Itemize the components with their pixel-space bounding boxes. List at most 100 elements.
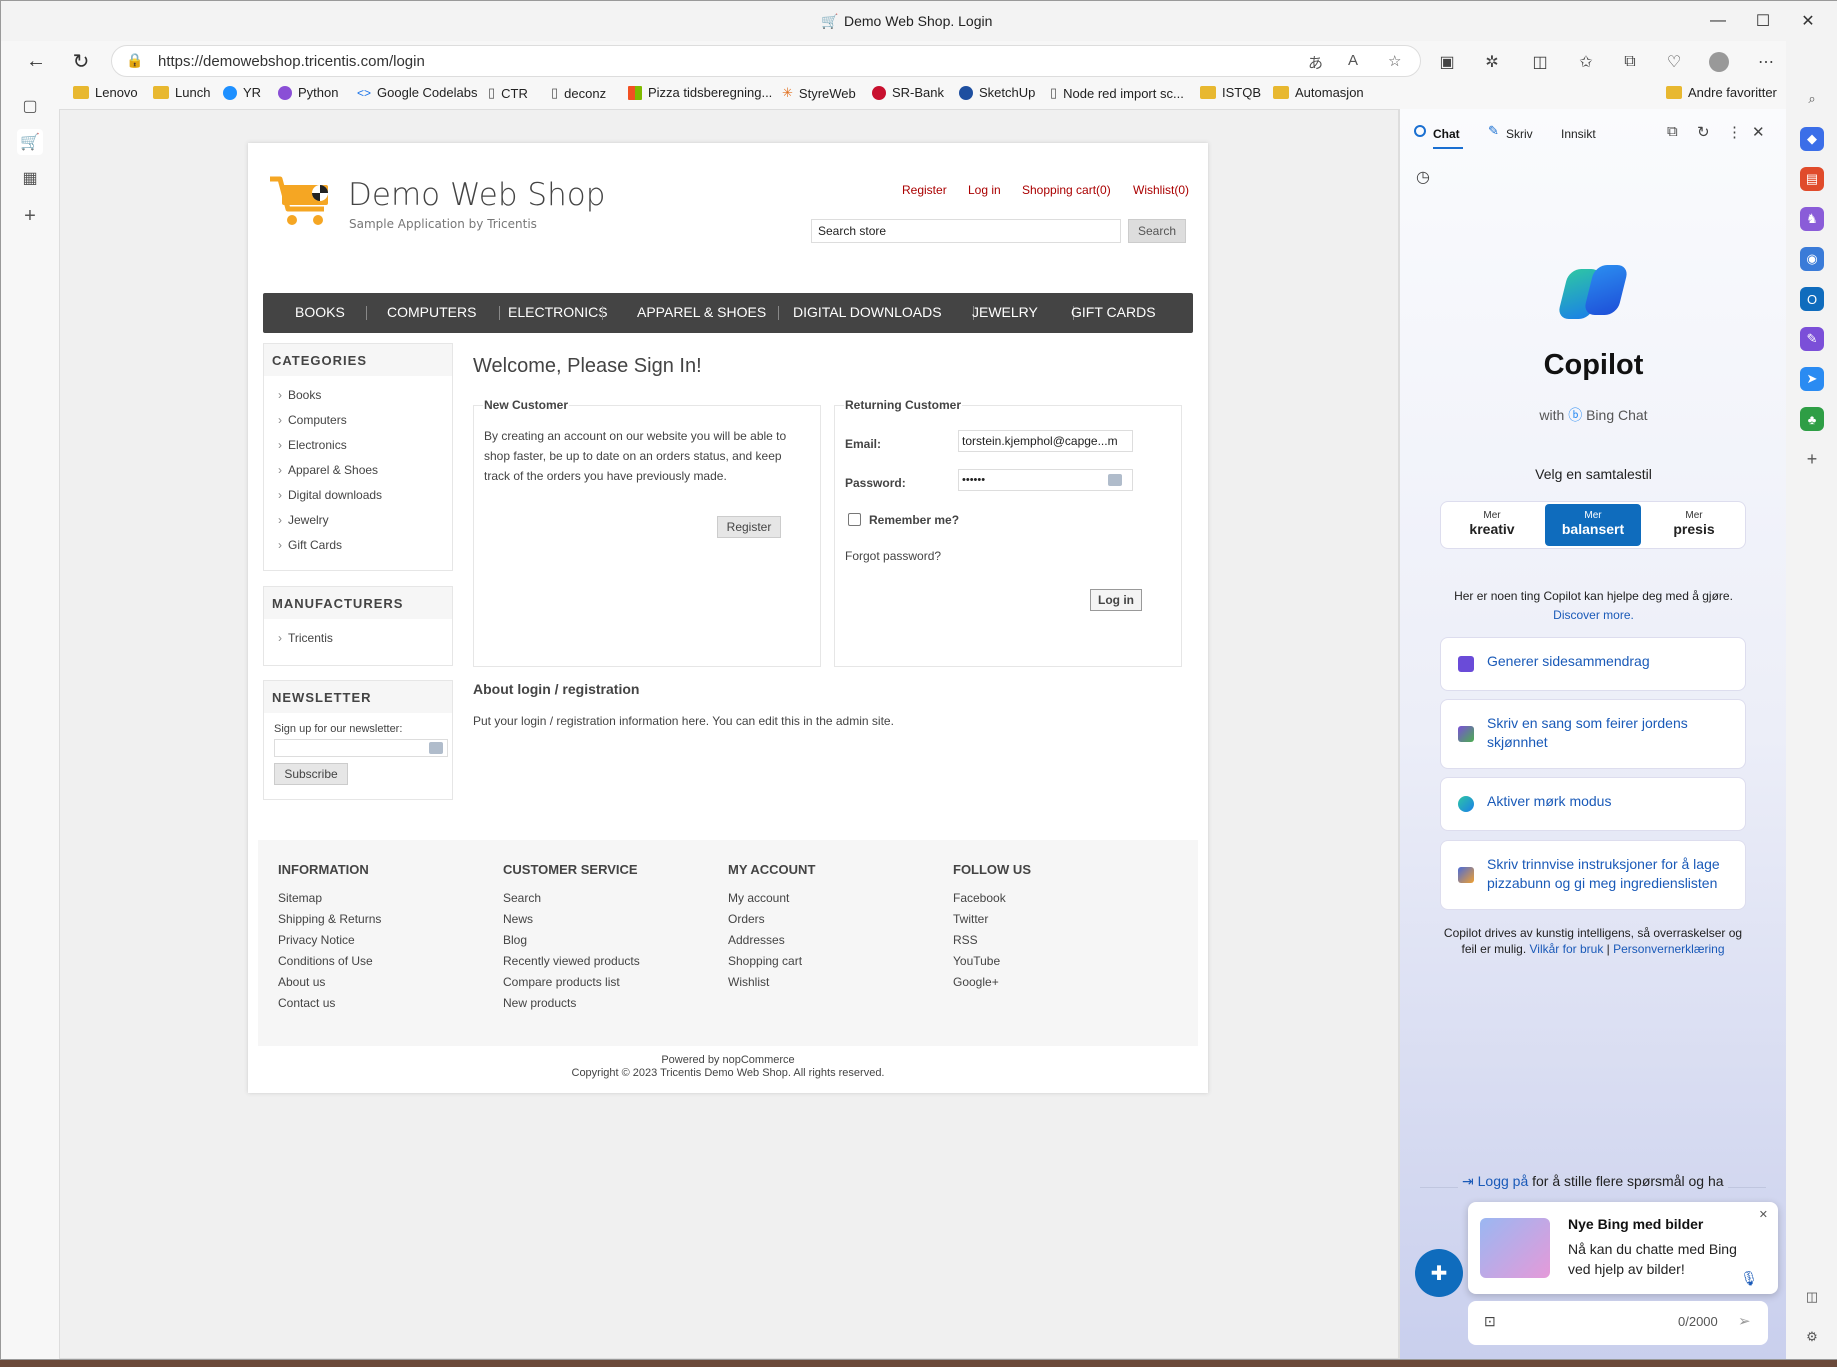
menu-electronics[interactable]: ELECTRONICS: [508, 304, 608, 320]
register-link[interactable]: Register: [902, 183, 947, 197]
footer-link[interactable]: Recently viewed products: [503, 954, 640, 975]
category-books[interactable]: Books: [278, 388, 321, 402]
email-field[interactable]: torstein.kjemphol@capge...m: [958, 430, 1133, 452]
footer-link[interactable]: Privacy Notice: [278, 933, 381, 954]
designer-icon[interactable]: ✎: [1800, 327, 1824, 351]
bookmark-deconz[interactable]: ▯ deconz: [551, 85, 606, 101]
category-gift-cards[interactable]: Gift Cards: [278, 538, 342, 552]
translate-icon[interactable]: あ: [1308, 52, 1323, 73]
tab-chat[interactable]: Chat: [1433, 127, 1460, 141]
tab-demo-web-shop[interactable]: 🛒: [17, 129, 43, 155]
footer-link[interactable]: Contact us: [278, 996, 381, 1017]
settings-gear-icon[interactable]: ⚙: [1800, 1325, 1824, 1349]
bookmark-sr-bank[interactable]: SR-Bank: [872, 85, 944, 100]
games-icon[interactable]: ♞: [1800, 207, 1824, 231]
category-apparel-shoes[interactable]: Apparel & Shoes: [278, 463, 378, 477]
office-icon[interactable]: ◉: [1800, 247, 1824, 271]
suggestion-dark-mode[interactable]: Aktiver mørk modus: [1440, 777, 1746, 831]
outlook-icon[interactable]: O: [1800, 287, 1824, 311]
chat-input[interactable]: ⊡ 0/2000 ➢: [1468, 1301, 1768, 1345]
footer-link[interactable]: Shipping & Returns: [278, 912, 381, 933]
favorite-star-icon[interactable]: ☆: [1388, 52, 1401, 70]
footer-link[interactable]: About us: [278, 975, 381, 996]
history-icon[interactable]: ◷: [1416, 167, 1430, 187]
menu-jewelry[interactable]: JEWELRY: [972, 304, 1038, 320]
other-favorites[interactable]: Andre favoritter: [1666, 85, 1777, 100]
bookmark-yr[interactable]: YR: [223, 85, 261, 100]
close-icon[interactable]: ✕: [1788, 7, 1828, 35]
search-button[interactable]: Search: [1128, 219, 1186, 243]
search-input[interactable]: Search store: [811, 219, 1121, 243]
bookmark-pizza[interactable]: Pizza tidsberegning...: [628, 85, 772, 100]
suggestion-summary[interactable]: Generer sidesammendrag: [1440, 637, 1746, 691]
footer-link[interactable]: Google+: [953, 975, 1031, 996]
profile-avatar[interactable]: [1704, 47, 1734, 77]
footer-link[interactable]: Compare products list: [503, 975, 640, 996]
bookmark-python[interactable]: Python: [278, 85, 338, 100]
wishlist-link[interactable]: Wishlist(0): [1133, 183, 1189, 197]
category-computers[interactable]: Computers: [278, 413, 347, 427]
bookmark-ctr[interactable]: ▯ CTR: [488, 85, 528, 101]
microphone-icon[interactable]: 🎙: [1740, 1270, 1758, 1287]
login-button[interactable]: Log in: [1090, 589, 1142, 611]
search-icon[interactable]: ⌕: [1800, 87, 1824, 111]
category-electronics[interactable]: Electronics: [278, 438, 347, 452]
bookmark-sketchup[interactable]: SketchUp: [959, 85, 1035, 100]
remember-me-label[interactable]: Remember me?: [869, 513, 959, 527]
register-button[interactable]: Register: [717, 516, 781, 538]
shopping-cart-link[interactable]: Shopping cart(0): [1022, 183, 1111, 197]
add-app-icon[interactable]: +: [1800, 447, 1824, 471]
more-options-icon[interactable]: ⋮: [1727, 123, 1742, 141]
image-upload-icon[interactable]: ⊡: [1484, 1313, 1496, 1330]
open-in-new-icon[interactable]: ⧉: [1667, 123, 1678, 140]
send-tab-icon[interactable]: ➤: [1800, 367, 1824, 391]
favorites-icon[interactable]: ✩: [1571, 47, 1601, 77]
footer-link[interactable]: Search: [503, 891, 640, 912]
shop-title[interactable]: Demo Web Shop: [348, 177, 605, 213]
tab-skriv[interactable]: Skriv: [1506, 127, 1533, 141]
bookmark-automasjon[interactable]: Automasjon: [1273, 85, 1364, 100]
footer-link[interactable]: Conditions of Use: [278, 954, 381, 975]
discover-more-link[interactable]: Discover more.: [1400, 608, 1787, 622]
footer-link[interactable]: Blog: [503, 933, 640, 954]
style-balansert[interactable]: Mer balansert: [1545, 504, 1641, 546]
new-topic-button[interactable]: ✚: [1415, 1249, 1463, 1297]
bookmark-styreweb[interactable]: ✳ StyreWeb: [782, 85, 856, 101]
forgot-password-link[interactable]: Forgot password?: [845, 549, 941, 563]
subscribe-button[interactable]: Subscribe: [274, 763, 348, 785]
new-tab-icon[interactable]: +: [17, 203, 43, 229]
logg-pa-link[interactable]: Logg på: [1478, 1173, 1529, 1189]
footer-link[interactable]: YouTube: [953, 954, 1031, 975]
style-kreativ[interactable]: Mer kreativ: [1443, 504, 1541, 546]
footer-link[interactable]: RSS: [953, 933, 1031, 954]
footer-link[interactable]: Wishlist: [728, 975, 815, 996]
close-panel-icon[interactable]: ✕: [1752, 123, 1765, 141]
collections-icon[interactable]: ⧉: [1615, 47, 1645, 77]
password-manager-icon[interactable]: [429, 742, 443, 754]
split-screen-icon[interactable]: ◫: [1525, 47, 1555, 77]
newsletter-email-input[interactable]: [274, 739, 448, 757]
refresh-icon[interactable]: ↻: [64, 44, 98, 78]
footer-link[interactable]: Sitemap: [278, 891, 381, 912]
tools-icon[interactable]: ▤: [1800, 167, 1824, 191]
menu-computers[interactable]: COMPUTERS: [387, 304, 476, 320]
shopping-icon[interactable]: ◆: [1800, 127, 1824, 151]
back-icon[interactable]: ←: [19, 44, 53, 78]
tab-calendar-icon[interactable]: ▦: [17, 165, 43, 191]
privacy-link[interactable]: Personvernerklæring: [1613, 942, 1724, 956]
footer-link[interactable]: News: [503, 912, 640, 933]
bookmark-lenovo[interactable]: Lenovo: [73, 85, 138, 100]
minimize-icon[interactable]: —: [1698, 7, 1738, 35]
tab-innsikt[interactable]: Innsikt: [1561, 127, 1596, 141]
footer-link[interactable]: Twitter: [953, 912, 1031, 933]
performance-icon[interactable]: ♡: [1659, 47, 1689, 77]
sidebar-layout-icon[interactable]: ◫: [1800, 1285, 1824, 1309]
bookmark-istqb[interactable]: ISTQB: [1200, 85, 1261, 100]
more-menu-icon[interactable]: ⋯: [1751, 47, 1781, 77]
manufacturer-tricentis[interactable]: Tricentis: [278, 631, 333, 645]
send-icon[interactable]: ➢: [1738, 1312, 1751, 1330]
refresh-icon[interactable]: ↻: [1697, 123, 1710, 141]
read-aloud-icon[interactable]: A: [1348, 52, 1358, 69]
footer-link[interactable]: Shopping cart: [728, 954, 815, 975]
footer-link[interactable]: My account: [728, 891, 815, 912]
